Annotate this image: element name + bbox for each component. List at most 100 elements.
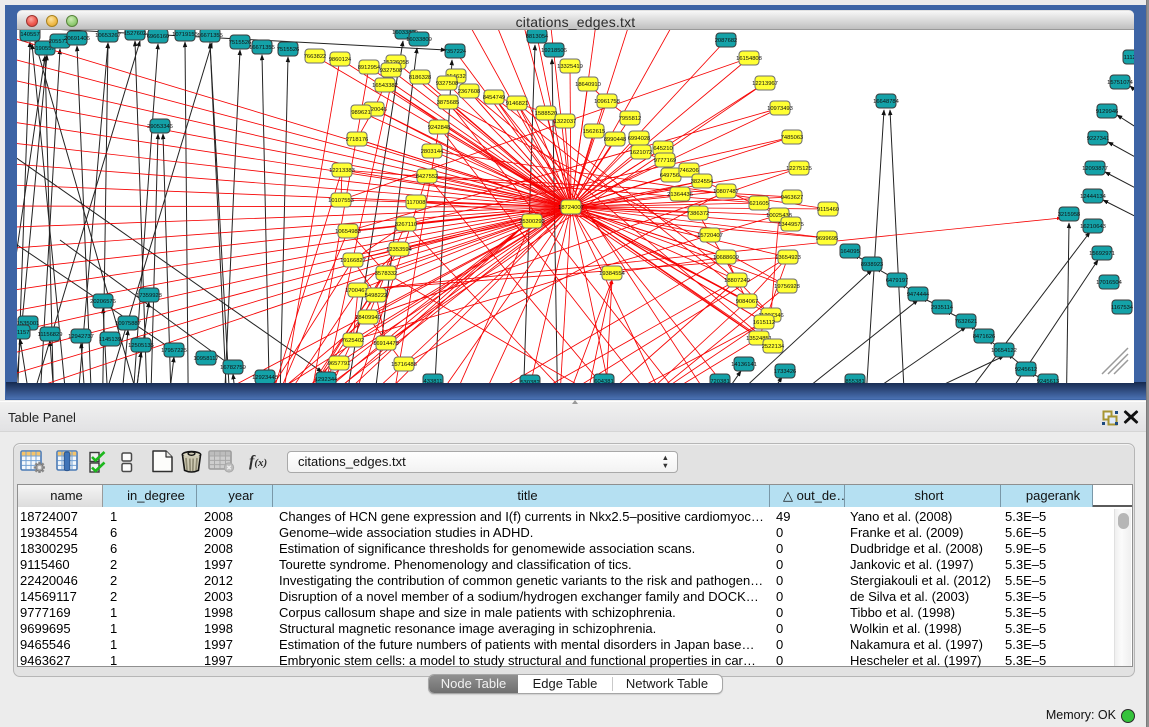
svg-text:10653267: 10653267 [95, 33, 121, 39]
svg-text:16914479: 16914479 [373, 341, 399, 347]
svg-text:3875685: 3875685 [437, 100, 460, 106]
svg-text:10807487: 10807487 [713, 189, 739, 195]
svg-text:746206: 746206 [679, 168, 698, 174]
svg-text:12093877: 12093877 [1082, 166, 1108, 172]
svg-text:9242848: 9242848 [428, 125, 451, 131]
svg-text:19166827: 19166827 [340, 258, 366, 264]
svg-text:1733426: 1733426 [774, 369, 797, 375]
svg-text:3578332: 3578332 [375, 271, 398, 277]
svg-text:6966160: 6966160 [147, 34, 170, 40]
svg-text:7357224: 7357224 [444, 49, 467, 55]
svg-text:8813054: 8813054 [526, 34, 549, 40]
svg-text:9245613: 9245613 [1037, 379, 1060, 383]
svg-text:1145139: 1145139 [99, 337, 121, 343]
svg-text:9463627: 9463627 [781, 195, 804, 201]
svg-text:20691406: 20691406 [64, 36, 90, 42]
svg-text:9777169: 9777169 [654, 158, 677, 164]
svg-text:12213383: 12213383 [329, 168, 355, 174]
svg-text:5498222: 5498222 [365, 293, 388, 299]
svg-text:7515526: 7515526 [229, 40, 252, 46]
svg-text:1527602: 1527602 [124, 31, 147, 37]
svg-text:10961758: 10961758 [594, 99, 620, 105]
svg-text:7515526: 7515526 [277, 47, 300, 53]
svg-text:9699695: 9699695 [816, 236, 839, 242]
svg-text:3215958: 3215958 [1058, 212, 1081, 218]
svg-text:3824554: 3824554 [691, 179, 714, 185]
svg-text:10973493: 10973493 [767, 106, 793, 112]
svg-text:15716485: 15716485 [391, 362, 417, 368]
svg-text:9115460: 9115460 [817, 207, 839, 213]
svg-text:7625402: 7625402 [342, 338, 365, 344]
svg-text:2803144: 2803144 [421, 149, 444, 155]
svg-text:16543382: 16543382 [372, 83, 398, 89]
svg-text:8938923: 8938923 [861, 262, 884, 268]
svg-text:9474444: 9474444 [907, 292, 930, 298]
svg-text:7663822: 7663822 [304, 54, 327, 60]
svg-text:7485063: 7485063 [781, 135, 804, 141]
svg-text:10719155: 10719155 [172, 32, 198, 38]
svg-text:10654122: 10654122 [991, 348, 1017, 354]
svg-text:15751074: 15751074 [1107, 80, 1134, 86]
svg-text:10107553: 10107553 [328, 198, 354, 204]
svg-text:9327508: 9327508 [380, 68, 403, 74]
svg-text:2935114: 2935114 [931, 305, 954, 311]
svg-text:17957225: 17957225 [161, 348, 187, 354]
svg-text:9129946: 9129946 [1096, 109, 1119, 115]
svg-text:17016504: 17016504 [1096, 280, 1123, 286]
svg-text:9245612: 9245612 [1015, 367, 1038, 373]
svg-text:111203: 111203 [1124, 55, 1134, 61]
svg-text:2087682: 2087682 [715, 38, 738, 44]
svg-text:13654923: 13654923 [775, 255, 801, 261]
svg-text:8186328: 8186328 [409, 75, 432, 81]
svg-text:1615112: 1615112 [753, 320, 775, 326]
svg-text:21364436: 21364436 [667, 192, 693, 198]
svg-text:6479197: 6479197 [886, 278, 909, 284]
svg-text:12923448: 12923448 [252, 375, 278, 381]
svg-text:9860124: 9860124 [329, 57, 352, 63]
svg-text:17359928: 17359928 [136, 293, 162, 299]
svg-text:645210: 645210 [653, 146, 672, 152]
svg-text:621605: 621605 [749, 201, 768, 207]
svg-text:15720407: 15720407 [697, 233, 723, 239]
svg-text:16671355: 16671355 [197, 33, 223, 39]
svg-text:13325419: 13325419 [557, 64, 583, 70]
svg-text:16782759: 16782759 [220, 365, 246, 371]
svg-text:12505135: 12505135 [128, 343, 154, 349]
svg-text:1292344: 1292344 [315, 377, 338, 383]
svg-text:18807249: 18807249 [724, 278, 750, 284]
svg-text:13449575: 13449575 [778, 222, 804, 228]
svg-text:12353594: 12353594 [386, 247, 413, 253]
svg-text:12275125: 12275125 [786, 166, 812, 172]
svg-text:164095: 164095 [840, 249, 859, 255]
svg-text:11156829: 11156829 [38, 332, 63, 338]
svg-text:12942737: 12942737 [68, 334, 94, 340]
svg-text:9657791: 9657791 [328, 361, 351, 367]
svg-text:9146821: 9146821 [506, 101, 529, 107]
svg-text:989621: 989621 [351, 110, 370, 116]
svg-text:15692971: 15692971 [1089, 251, 1115, 257]
svg-text:10688609: 10688609 [713, 255, 739, 261]
svg-text:20206576: 20206576 [90, 299, 116, 305]
svg-text:18409949: 18409949 [355, 315, 381, 321]
svg-text:10975887: 10975887 [115, 321, 141, 327]
svg-text:18640910: 18640910 [575, 82, 601, 88]
svg-text:16648784: 16648784 [873, 99, 900, 105]
svg-text:1588520: 1588520 [535, 111, 558, 117]
svg-text:2522134: 2522134 [762, 344, 785, 350]
svg-text:604381: 604381 [594, 379, 613, 383]
svg-text:1322037: 1322037 [554, 119, 577, 125]
svg-text:117008: 117008 [407, 200, 426, 206]
svg-text:10654983: 10654983 [335, 229, 361, 235]
svg-text:9227341: 9227341 [1087, 136, 1110, 142]
svg-text:530382: 530382 [520, 380, 539, 383]
svg-text:10958117: 10958117 [193, 356, 218, 362]
svg-text:16671355: 16671355 [249, 45, 275, 51]
svg-text:3267110: 3267110 [395, 222, 417, 228]
svg-text:7955812: 7955812 [619, 116, 642, 122]
svg-text:140557: 140557 [20, 32, 39, 38]
svg-text:16210643: 16210643 [1080, 224, 1106, 230]
svg-text:25300293: 25300293 [519, 219, 545, 225]
svg-text:8454749: 8454749 [483, 95, 506, 101]
svg-text:8471626: 8471626 [973, 334, 996, 340]
svg-text:1562615: 1562615 [583, 129, 606, 135]
